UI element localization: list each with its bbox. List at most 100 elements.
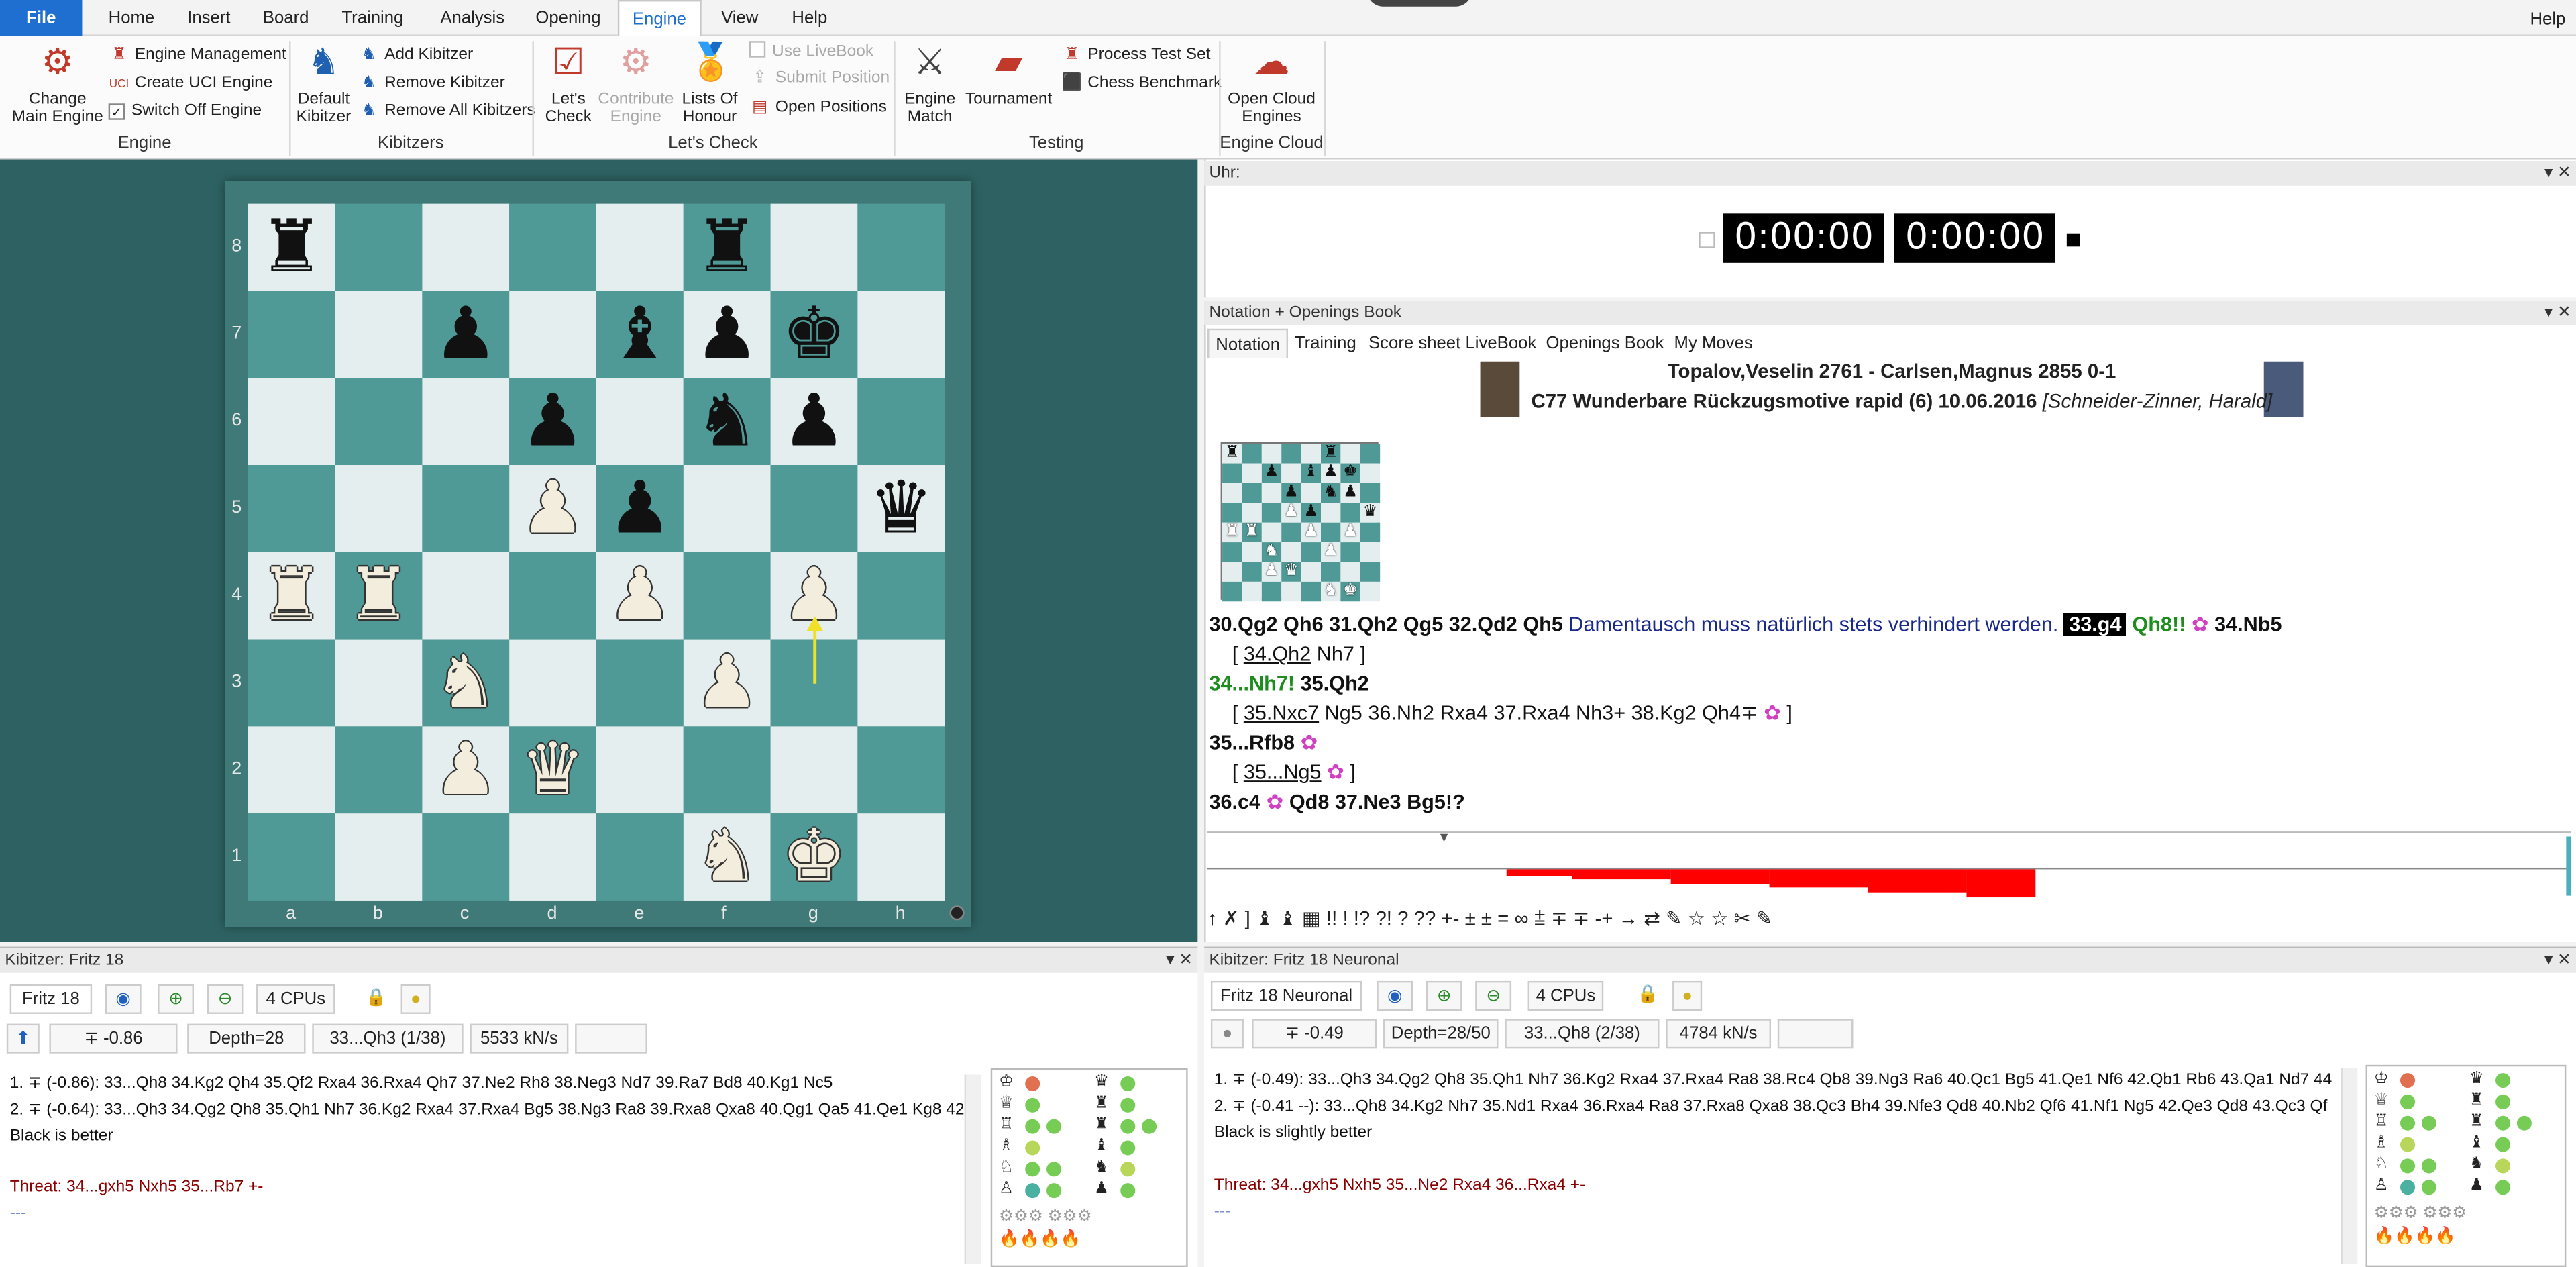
switch-off-engine-toggle[interactable]: ✓ Switch Off Engine <box>108 99 262 125</box>
cpus-button[interactable]: 4 CPUs <box>256 984 335 1014</box>
square-a3[interactable] <box>248 639 335 727</box>
tab-engine[interactable]: Engine <box>617 0 701 36</box>
square-g5[interactable] <box>770 465 858 552</box>
black-pawn-piece[interactable]: ♟ <box>684 291 771 378</box>
process-test-set-button[interactable]: ♜ Process Test Set <box>1061 43 1211 69</box>
pv-line-1[interactable]: 1. ∓ (-0.86): 33...Qh8 34.Kg2 Qh4 35.Qf2… <box>10 1072 833 1097</box>
square-d1[interactable] <box>509 813 596 901</box>
panel-controls[interactable]: ▾ ✕ <box>2544 161 2571 186</box>
panel-controls[interactable]: ▾ ✕ <box>1166 948 1193 973</box>
move-text[interactable]: 34.Qh2 <box>1244 642 1311 665</box>
square-f4[interactable] <box>683 552 771 640</box>
white-pawn-piece[interactable]: ♟ <box>684 640 771 727</box>
move-text[interactable]: Qd8 37.Ne3 Bg5!? <box>1289 791 1465 813</box>
square-a1[interactable] <box>248 813 335 901</box>
create-uci-engine-button[interactable]: UCI Create UCI Engine <box>109 70 273 97</box>
square-b6[interactable] <box>335 378 423 466</box>
scrollbar[interactable] <box>964 1074 981 1264</box>
square-b1[interactable] <box>335 813 423 901</box>
help-link[interactable]: Help <box>2517 1 2576 38</box>
white-pawn-piece[interactable]: ♟ <box>422 726 509 813</box>
kibitzer-1-output[interactable]: 1. ∓ (-0.86): 33...Qh8 34.Kg2 Qh4 35.Qf2… <box>0 1068 985 1267</box>
dropdown-icon[interactable]: ▾ <box>2544 304 2553 322</box>
engine-name-button[interactable]: Fritz 18 Neuronal <box>1210 980 1362 1011</box>
pv-line-2[interactable]: 2. ∓ (-0.41 --): 33...Qh8 34.Kg2 Nh7 35.… <box>1214 1095 2328 1120</box>
graph-scrollbar[interactable] <box>2566 836 2571 896</box>
move-text[interactable]: Qh8!! <box>2132 613 2186 636</box>
close-icon[interactable]: ✕ <box>2557 304 2571 322</box>
square-g8[interactable] <box>770 203 858 291</box>
use-livebook-toggle[interactable]: Use LiveBook <box>749 40 873 66</box>
engine-management-button[interactable]: ♜ Engine Management <box>109 43 286 69</box>
toggle-icon[interactable]: ⬆ <box>6 1023 40 1054</box>
tournament-button[interactable]: ▰ Tournament <box>963 41 1055 108</box>
square-b2[interactable] <box>335 726 423 814</box>
open-cloud-engines-button[interactable]: ☁ Open Cloud Engines <box>1226 41 1318 126</box>
white-queen-piece[interactable]: ♛ <box>509 726 596 813</box>
square-c8[interactable] <box>422 203 510 291</box>
current-move[interactable]: 33.g4 <box>2063 613 2127 636</box>
square-e2[interactable] <box>596 726 684 814</box>
pv-line-2[interactable]: 2. ∓ (-0.64): 33...Qh3 34.Qg2 Qh8 35.Qh1… <box>10 1098 965 1123</box>
tab-help[interactable]: Help <box>779 0 841 36</box>
contribute-engine-button[interactable]: ⚙ Contribute Engine <box>598 41 674 126</box>
square-f2[interactable] <box>683 726 771 814</box>
white-pawn-piece[interactable]: ♟ <box>509 465 596 552</box>
dropdown-icon[interactable]: ▾ <box>1166 952 1174 970</box>
square-f5[interactable] <box>683 465 771 552</box>
tab-score-sheet[interactable]: Score sheet <box>1362 329 1467 358</box>
dropdown-icon[interactable]: ▾ <box>2544 952 2553 970</box>
tab-openings-book[interactable]: Openings Book <box>1540 329 1670 358</box>
tab-training[interactable]: Training <box>329 0 417 36</box>
square-b5[interactable] <box>335 465 423 552</box>
scrollbar[interactable] <box>2341 1068 2358 1264</box>
move-text[interactable]: 35.Nxc7 <box>1244 702 1319 725</box>
evaluation-graph[interactable]: ▼ <box>1208 830 2571 901</box>
white-pawn-piece[interactable]: ♟ <box>596 552 684 640</box>
engine-match-button[interactable]: ⚔ Engine Match <box>900 41 959 126</box>
black-knight-piece[interactable]: ♞ <box>684 378 771 465</box>
move-text[interactable]: 36.c4 <box>1209 791 1260 813</box>
zoom-out-icon[interactable]: ⊖ <box>1475 980 1512 1011</box>
annotation-symbol-bar[interactable]: ↑ ✗ ] ♝ ♝ ▦ !! ! !? ?! ? ?? +- ± ± = ∞ ⩲… <box>1208 902 2571 935</box>
white-knight-piece[interactable]: ♞ <box>684 813 771 901</box>
square-b3[interactable] <box>335 639 423 727</box>
bulb-icon[interactable]: ● <box>1672 980 1703 1011</box>
tab-home[interactable]: Home <box>95 0 168 36</box>
move-text[interactable]: 35.Qh2 <box>1301 672 1369 695</box>
square-b8[interactable] <box>335 203 423 291</box>
square-h7[interactable] <box>857 291 945 378</box>
move-text[interactable]: 35...Ng5 <box>1244 761 1322 784</box>
black-rook-piece[interactable]: ♜ <box>684 204 771 291</box>
white-pawn-piece[interactable]: ♟ <box>771 552 858 640</box>
submit-position-button[interactable]: ⇪ Submit Position <box>749 66 890 92</box>
tab-analysis[interactable]: Analysis <box>427 0 518 36</box>
tab-opening[interactable]: Opening <box>523 0 614 36</box>
black-pawn-piece[interactable]: ♟ <box>509 378 596 465</box>
zoom-in-icon[interactable]: ⊕ <box>1426 980 1462 1011</box>
black-king-piece[interactable]: ♚ <box>771 291 858 378</box>
square-e6[interactable] <box>596 378 684 466</box>
lock-icon[interactable]: 🔒 <box>1633 981 1662 1011</box>
tab-view[interactable]: View <box>708 0 771 36</box>
engine-name-button[interactable]: Fritz 18 <box>9 984 93 1014</box>
black-rook-piece[interactable]: ♜ <box>248 204 335 291</box>
square-h4[interactable] <box>857 552 945 640</box>
remove-all-kibitzers-button[interactable]: ♞ Remove All Kibitzers <box>358 99 535 125</box>
kibitzer-2-output[interactable]: 1. ∓ (-0.49): 33...Qh3 34.Qg2 Qh8 35.Qh1… <box>1204 1065 2338 1267</box>
square-h1[interactable] <box>857 813 945 901</box>
tab-my-moves[interactable]: My Moves <box>1668 329 1760 358</box>
square-e3[interactable] <box>596 639 684 727</box>
square-c1[interactable] <box>422 813 510 901</box>
dropdown-icon[interactable]: ▾ <box>2544 164 2553 183</box>
file-tab[interactable]: File <box>0 0 83 36</box>
toggle-icon[interactable]: ● <box>1210 1019 1244 1049</box>
tab-insert[interactable]: Insert <box>174 0 244 36</box>
window-handle[interactable] <box>1366 0 1472 7</box>
square-d4[interactable] <box>509 552 596 640</box>
default-kibitzer-button[interactable]: ♞ Default Kibitzer <box>292 41 355 126</box>
close-icon[interactable]: ✕ <box>2557 952 2571 970</box>
square-h8[interactable] <box>857 203 945 291</box>
move-text[interactable]: 35...Rfb8 <box>1209 731 1295 754</box>
black-bishop-piece[interactable]: ♝ <box>596 291 684 378</box>
